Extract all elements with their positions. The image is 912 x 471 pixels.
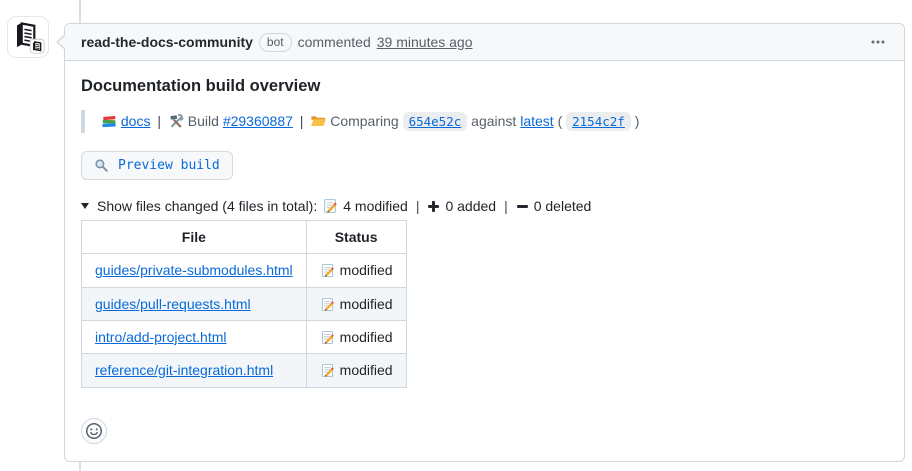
files-changed-table: File Status guides/private-submodules.ht… [81, 220, 407, 387]
status-cell: modified [306, 320, 406, 353]
memo-icon [320, 330, 335, 345]
comment-card: read-the-docs-community bot commented 39… [64, 23, 905, 462]
status-cell: modified [306, 354, 406, 387]
base-commit-link[interactable]: 2154c2f [566, 113, 631, 129]
file-link[interactable]: guides/pull-requests.html [95, 296, 251, 312]
comment-caret-fill [58, 34, 67, 50]
comment-options-button[interactable] [868, 32, 888, 52]
disclosure-triangle-icon [81, 203, 89, 209]
memo-icon [322, 198, 338, 214]
deleted-count: 0 deleted [534, 196, 592, 216]
memo-icon [320, 363, 335, 378]
smiley-icon [86, 423, 102, 439]
memo-icon [320, 297, 335, 312]
against-label: against [471, 113, 516, 129]
paren-close: ) [635, 113, 640, 129]
files-changed-details: Show files changed (4 files in total): 4… [81, 196, 888, 387]
file-column-header: File [82, 221, 307, 254]
reactions-bar [81, 418, 888, 444]
add-reaction-button[interactable] [81, 418, 107, 444]
preview-build-button[interactable]: Preview build [81, 151, 233, 180]
bot-badge: bot [259, 33, 292, 52]
table-row: guides/pull-requests.html modified [82, 287, 407, 320]
status-label: modified [340, 362, 393, 378]
author-avatar[interactable] [8, 17, 48, 57]
separator: | [416, 196, 420, 216]
separator: | [157, 113, 161, 129]
search-icon [94, 158, 109, 173]
file-link[interactable]: reference/git-integration.html [95, 362, 273, 378]
kebab-horizontal-icon [870, 34, 886, 50]
docs-link[interactable]: docs [121, 113, 151, 129]
comment-header: read-the-docs-community bot commented 39… [65, 24, 904, 61]
head-commit-link[interactable]: 654e52c [403, 113, 468, 129]
status-label: modified [340, 262, 393, 278]
file-link[interactable]: guides/private-submodules.html [95, 262, 293, 278]
files-summary-label: Show files changed (4 files in total): [97, 196, 317, 216]
table-row: guides/private-submodules.html modified [82, 254, 407, 287]
files-changed-toggle[interactable]: Show files changed (4 files in total): 4… [81, 196, 888, 216]
github-comment-page: read-the-docs-community bot commented 39… [0, 0, 912, 471]
separator: | [300, 113, 304, 129]
added-count: 0 added [445, 196, 496, 216]
table-row: reference/git-integration.html modified [82, 354, 407, 387]
build-label: Build [188, 113, 219, 129]
build-number-link[interactable]: #29360887 [223, 113, 293, 129]
paren-open: ( [558, 113, 563, 129]
head-commit-sha: 654e52c [403, 112, 468, 131]
books-icon [101, 113, 117, 129]
status-cell: modified [306, 254, 406, 287]
memo-icon [320, 263, 335, 278]
table-row: intro/add-project.html modified [82, 320, 407, 353]
separator: | [504, 196, 508, 216]
file-link[interactable]: intro/add-project.html [95, 329, 227, 345]
latest-link[interactable]: latest [520, 113, 553, 129]
preview-build-label: Preview build [118, 158, 220, 173]
base-commit-sha: 2154c2f [566, 112, 631, 131]
minus-icon [516, 200, 529, 213]
status-label: modified [340, 296, 393, 312]
build-meta-blockquote: docs | Build #29360887 | Comparing 654e5… [81, 110, 888, 133]
open-folder-icon [310, 113, 326, 129]
page-title: Documentation build overview [81, 77, 888, 96]
comment-body: Documentation build overview docs | [65, 61, 904, 460]
status-label: modified [340, 329, 393, 345]
status-column-header: Status [306, 221, 406, 254]
status-cell: modified [306, 287, 406, 320]
modified-count: 4 modified [343, 196, 408, 216]
hammer-and-wrench-icon [168, 113, 184, 129]
author-login[interactable]: read-the-docs-community [81, 34, 253, 50]
read-the-docs-logo-icon [10, 19, 46, 55]
plus-icon [427, 200, 440, 213]
comparing-label: Comparing [330, 113, 398, 129]
timeline-line-bottom [79, 462, 81, 471]
commented-label: commented [298, 34, 371, 50]
timestamp-link[interactable]: 39 minutes ago [377, 34, 473, 50]
timeline-line-top [79, 0, 81, 23]
